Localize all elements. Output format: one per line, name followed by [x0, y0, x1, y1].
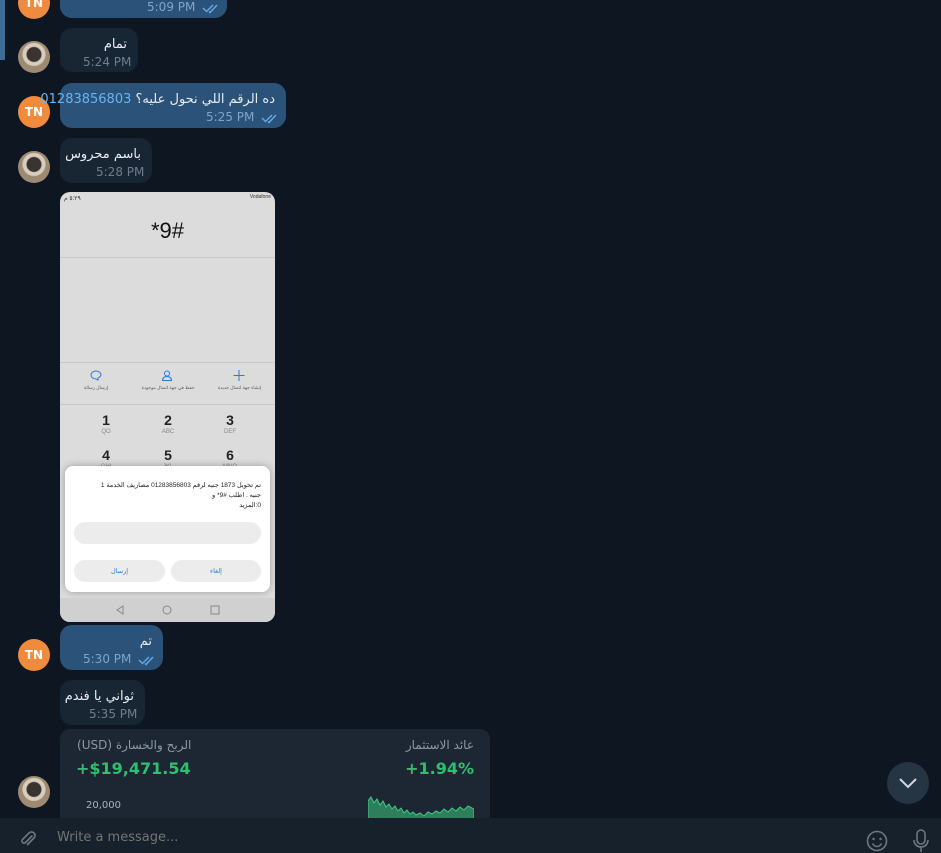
microphone-icon[interactable] — [912, 829, 930, 853]
avatar-initials: TN — [24, 0, 44, 10]
phone-screenshot-image[interactable]: ٥:٢٩ م Vodafone *9# إرسال رسالة حفظ في ج… — [60, 192, 275, 622]
message-time: 5:35 PM — [89, 707, 138, 721]
keypad-key: 3 DEF — [224, 412, 236, 435]
sparkline-chart — [368, 796, 474, 818]
pnl-label: الربح والخسارة (USD) — [77, 738, 192, 752]
avatar[interactable]: TN — [18, 0, 50, 19]
scroll-down-button[interactable] — [887, 762, 929, 804]
double-check-icon — [261, 114, 277, 124]
message-text: تم — [139, 634, 152, 649]
divider — [60, 362, 275, 363]
message-time: 5:30 PM — [83, 652, 132, 666]
axis-tick: 20,000 — [86, 800, 121, 811]
recents-nav-icon — [210, 605, 220, 615]
avatar[interactable]: TN — [18, 639, 50, 671]
keypad-key: 1 QO — [101, 412, 111, 435]
message-text-main: ده الرقم اللي نحول عليه؟ — [135, 92, 275, 107]
chevron-down-icon — [899, 778, 917, 789]
action-save-contact: حفظ في جهة اتصال موجودة — [141, 385, 195, 390]
action-send-message: إرسال رسالة — [83, 385, 109, 390]
phone-nav-bar — [60, 598, 275, 622]
double-check-icon — [202, 4, 218, 14]
message-bubble-incoming[interactable]: تمام 5:24 PM — [60, 28, 138, 72]
divider — [60, 404, 275, 405]
investment-card-image[interactable]: الربح والخسارة (USD) +$19,471.54 عائد ال… — [60, 729, 490, 818]
message-text: ثواني يا فندم — [64, 689, 134, 704]
avatar[interactable] — [18, 41, 50, 73]
person-icon — [161, 370, 173, 381]
ussd-line: جنيه . اطلب #9* و — [212, 492, 261, 499]
home-nav-icon — [162, 605, 172, 615]
phone-carrier: Vodafone — [249, 194, 271, 200]
plus-icon — [233, 370, 245, 381]
dialed-number: *9# — [150, 218, 185, 243]
action-new-contact: إنشاء جهة اتصال جديدة — [217, 385, 262, 390]
message-icon — [90, 370, 102, 381]
message-input[interactable] — [55, 826, 849, 848]
pnl-value: +$19,471.54 — [76, 759, 191, 778]
avatar-initials: TN — [24, 648, 44, 662]
message-text: ده الرقم اللي نحول عليه؟ 01283856803 — [40, 92, 275, 107]
back-nav-icon — [116, 605, 124, 615]
message-time: 5:24 PM — [83, 55, 132, 69]
double-check-icon — [138, 656, 154, 666]
avatar-initials: TN — [24, 105, 44, 119]
message-bubble-outgoing[interactable]: 5:09 PM — [60, 0, 227, 18]
return-label: عائد الاستثمار — [405, 738, 474, 752]
message-text: باسم محروس — [65, 147, 141, 162]
message-time: 5:09 PM — [147, 0, 196, 14]
message-bubble-incoming[interactable]: ثواني يا فندم 5:35 PM — [60, 680, 145, 725]
return-value: +1.94% — [405, 759, 474, 778]
ussd-line: 0:المزيد — [239, 502, 261, 509]
divider — [60, 257, 275, 258]
ussd-cancel-label: إلغاء — [210, 568, 222, 575]
attach-icon[interactable] — [18, 829, 38, 849]
message-time: 5:25 PM — [206, 110, 255, 124]
chat-history[interactable]: TN 5:09 PM تمام 5:24 PM TN ده الرقم اللي… — [0, 0, 941, 818]
message-bubble-outgoing[interactable]: تم 5:30 PM — [60, 625, 163, 670]
ussd-dialog: تم تحويل 1873 جنيه لرقم 01283856803 مصار… — [65, 466, 270, 592]
ussd-send-button: إرسال — [74, 560, 165, 582]
phone-status-time: ٥:٢٩ م — [64, 196, 81, 202]
keypad-key: 2 ABC — [161, 412, 175, 435]
phone-number-link[interactable]: 01283856803 — [40, 92, 131, 107]
message-bubble-outgoing[interactable]: ده الرقم اللي نحول عليه؟ 01283856803 5:2… — [40, 83, 286, 128]
message-composer — [0, 818, 941, 853]
ussd-send-label: إرسال — [110, 568, 129, 575]
avatar[interactable] — [18, 151, 50, 183]
message-text: تمام — [103, 37, 127, 52]
emoji-icon[interactable] — [866, 830, 888, 852]
ussd-input — [74, 522, 261, 544]
avatar[interactable] — [18, 776, 50, 808]
ussd-message: تم تحويل 1873 جنيه لرقم 01283856803 مصار… — [101, 481, 261, 511]
message-bubble-incoming[interactable]: باسم محروس 5:28 PM — [60, 138, 152, 183]
message-time: 5:28 PM — [96, 165, 145, 179]
ussd-line: تم تحويل 1873 جنيه لرقم 01283856803 مصار… — [100, 482, 261, 489]
ussd-cancel-button: إلغاء — [171, 560, 261, 582]
